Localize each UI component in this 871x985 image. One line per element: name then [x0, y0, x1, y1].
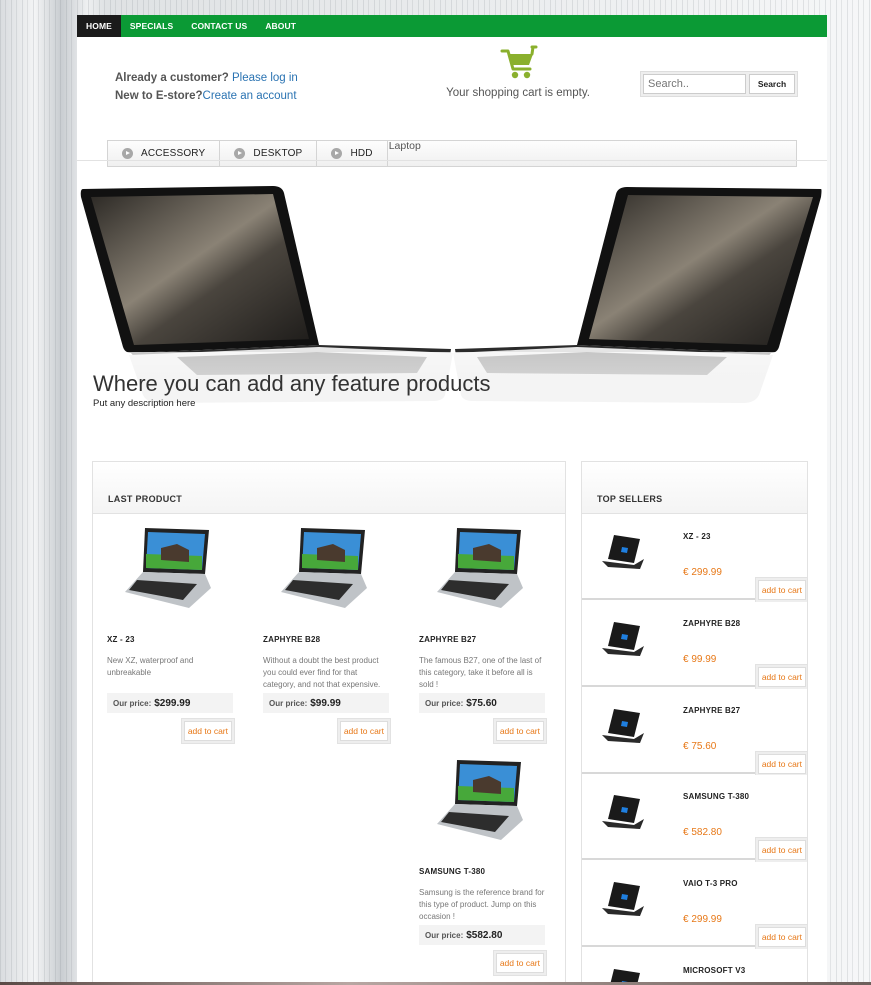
laptop-thumbnail[interactable]: [123, 522, 215, 614]
product-price: Our price: $99.99: [263, 693, 389, 713]
search-input[interactable]: [643, 74, 746, 94]
new-customer-text: New to E-store?: [115, 90, 203, 102]
add-to-cart-button[interactable]: add to cart: [757, 754, 806, 774]
nav-contact-us[interactable]: CONTACT US: [182, 15, 256, 37]
search-box: Search: [640, 71, 798, 97]
product-card: XZ - 23 New XZ, waterproof and unbreakab…: [107, 522, 235, 744]
feature-banner: Where you can add any feature products P…: [77, 177, 827, 447]
product-name[interactable]: ZAPHYRE B27: [419, 635, 547, 644]
seller-item: MICROSOFT V3: [582, 949, 807, 985]
seller-name[interactable]: SAMSUNG T-380: [683, 792, 749, 801]
customer-text: Already a customer?: [115, 72, 229, 84]
seller-price: € 299.99: [683, 914, 722, 925]
category-hdd[interactable]: HDD: [317, 141, 388, 166]
category-label: HDD: [350, 148, 373, 159]
shopping-cart-icon[interactable]: [498, 45, 538, 81]
play-bullet-icon: [122, 148, 133, 159]
nav-home[interactable]: HOME: [77, 15, 121, 37]
add-to-cart-button[interactable]: add to cart: [757, 927, 806, 947]
category-bar: ACCESSORY DESKTOP HDD Laptop: [107, 140, 797, 167]
page-container: HOME SPECIALS CONTACT US ABOUT Already a…: [77, 15, 827, 985]
category-label: ACCESSORY: [141, 148, 206, 159]
laptop-thumbnail[interactable]: [600, 703, 648, 751]
product-name[interactable]: XZ - 23: [107, 635, 235, 644]
seller-name[interactable]: MICROSOFT V3: [683, 966, 745, 975]
seller-name[interactable]: XZ - 23: [683, 532, 711, 541]
seller-price: € 99.99: [683, 654, 717, 665]
laptop-thumbnail[interactable]: [435, 522, 527, 614]
seller-item: XZ - 23 € 299.99 add to cart: [582, 515, 807, 603]
add-to-cart-button[interactable]: add to cart: [339, 721, 388, 741]
product-card: ZAPHYRE B28 Without a doubt the best pro…: [263, 522, 391, 744]
category-accessory[interactable]: ACCESSORY: [108, 141, 221, 166]
product-price: Our price: $582.80: [419, 925, 545, 945]
product-card: SAMSUNG T-380 Samsung is the reference b…: [419, 754, 547, 976]
play-bullet-icon: [234, 148, 246, 159]
seller-item: SAMSUNG T-380 € 582.80 add to cart: [582, 775, 807, 863]
play-bullet-icon: [331, 148, 343, 159]
seller-name[interactable]: ZAPHYRE B28: [683, 619, 740, 628]
create-account-link[interactable]: Create an account: [203, 90, 297, 102]
seller-item: VAIO T-3 PRO € 299.99 add to cart: [582, 862, 807, 950]
price-value: $299.99: [154, 697, 191, 709]
seller-item: ZAPHYRE B28 € 99.99 add to cart: [582, 602, 807, 690]
login-link[interactable]: Please log in: [232, 72, 298, 84]
last-product-panel: LAST PRODUCT XZ - 23 New XZ, waterproof …: [92, 461, 566, 985]
add-to-cart-button[interactable]: add to cart: [495, 953, 544, 973]
cart-status: Your shopping cart is empty.: [446, 87, 590, 99]
panel-title: TOP SELLERS: [582, 462, 807, 514]
price-label: Our price:: [113, 698, 152, 708]
price-label: Our price:: [425, 698, 464, 708]
product-price: Our price: $75.60: [419, 693, 545, 713]
product-name[interactable]: ZAPHYRE B28: [263, 635, 391, 644]
category-label: DESKTOP: [253, 148, 303, 159]
price-value: $582.80: [466, 929, 503, 941]
laptop-thumbnail[interactable]: [600, 789, 648, 837]
category-desktop[interactable]: DESKTOP: [220, 141, 318, 166]
banner-title: Where you can add any feature products: [93, 371, 491, 396]
add-to-cart-button[interactable]: add to cart: [757, 580, 806, 600]
product-description: Samsung is the reference brand for this …: [419, 888, 545, 921]
top-nav: HOME SPECIALS CONTACT US ABOUT: [77, 15, 827, 37]
add-to-cart-button[interactable]: add to cart: [183, 721, 232, 741]
product-name[interactable]: SAMSUNG T-380: [419, 867, 547, 876]
add-to-cart-button[interactable]: add to cart: [495, 721, 544, 741]
nav-specials[interactable]: SPECIALS: [121, 15, 182, 37]
price-value: $99.99: [310, 697, 341, 709]
price-value: $75.60: [466, 697, 497, 709]
laptop-thumbnail[interactable]: [435, 754, 527, 846]
header: Already a customer? Please log in New to…: [77, 37, 827, 167]
seller-price: € 75.60: [683, 741, 717, 752]
product-description: The famous B27, one of the last of this …: [419, 656, 542, 689]
nav-about[interactable]: ABOUT: [256, 15, 305, 37]
banner-description: Put any description here: [93, 398, 196, 409]
laptop-thumbnail[interactable]: [600, 876, 648, 924]
price-label: Our price:: [269, 698, 308, 708]
category-laptop-link[interactable]: Laptop: [388, 140, 421, 152]
product-description: Without a doubt the best product you cou…: [263, 656, 381, 689]
panel-title: LAST PRODUCT: [93, 462, 565, 514]
product-price: Our price: $299.99: [107, 693, 233, 713]
laptop-thumbnail[interactable]: [279, 522, 371, 614]
seller-price: € 582.80: [683, 827, 722, 838]
add-to-cart-button[interactable]: add to cart: [757, 840, 806, 860]
price-label: Our price:: [425, 930, 464, 940]
product-card: ZAPHYRE B27 The famous B27, one of the l…: [419, 522, 547, 744]
laptop-thumbnail[interactable]: [600, 529, 648, 577]
add-to-cart-button[interactable]: add to cart: [757, 667, 806, 687]
seller-name[interactable]: ZAPHYRE B27: [683, 706, 740, 715]
account-box: Already a customer? Please log in New to…: [115, 69, 298, 105]
laptop-thumbnail[interactable]: [600, 616, 648, 664]
search-button[interactable]: Search: [749, 74, 795, 94]
top-sellers-panel: TOP SELLERS XZ - 23 € 299.99 add to cart…: [581, 461, 808, 985]
seller-price: € 299.99: [683, 567, 722, 578]
seller-name[interactable]: VAIO T-3 PRO: [683, 879, 738, 888]
seller-item: ZAPHYRE B27 € 75.60 add to cart: [582, 689, 807, 777]
cart-box: Your shopping cart is empty.: [438, 45, 598, 99]
header-divider: [77, 160, 827, 161]
product-description: New XZ, waterproof and unbreakable: [107, 656, 194, 677]
